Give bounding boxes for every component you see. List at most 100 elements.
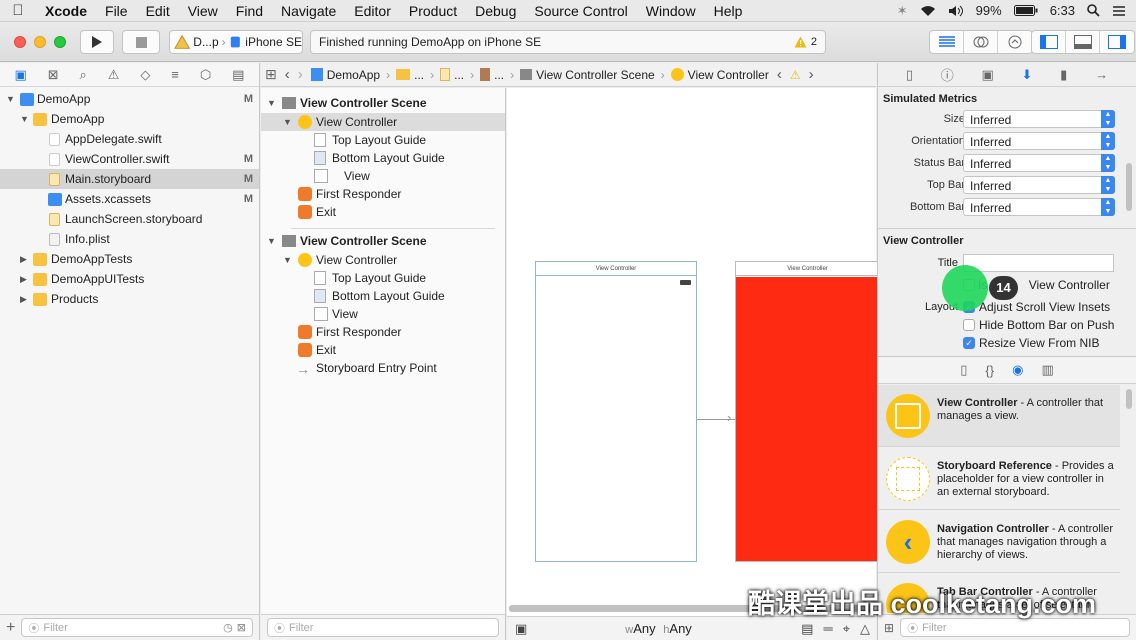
issue-navigator-tab-icon[interactable]: ⚠ bbox=[108, 67, 120, 83]
spotlight-search-icon[interactable] bbox=[1087, 4, 1100, 17]
stack-icon[interactable]: ▤ bbox=[801, 621, 813, 637]
add-file-icon[interactable]: + bbox=[6, 619, 15, 637]
project-navigator-tab-icon[interactable]: ▣ bbox=[14, 67, 26, 83]
quick-help-tab-icon[interactable]: ⓘ bbox=[941, 65, 954, 84]
menu-navigate[interactable]: Navigate bbox=[272, 3, 345, 19]
nav-item-group-demoapp[interactable]: ▼ DemoApp bbox=[0, 109, 259, 129]
run-button[interactable] bbox=[80, 30, 114, 54]
report-navigator-tab-icon[interactable]: ▤ bbox=[232, 67, 244, 83]
outline-item-exit[interactable]: Exit bbox=[261, 203, 505, 221]
media-library-icon[interactable]: ▥ bbox=[1041, 362, 1053, 378]
jump-group[interactable]: ... bbox=[392, 68, 428, 82]
battery-icon[interactable] bbox=[1013, 5, 1038, 16]
back-button[interactable]: ‹ bbox=[281, 66, 294, 83]
menu-find[interactable]: Find bbox=[227, 3, 272, 19]
scene-view-controller-1[interactable]: View Controller bbox=[535, 261, 697, 562]
status-bar-popup[interactable]: Inferred ▲ ▼ bbox=[963, 154, 1115, 172]
outline-item-bottom-layout-guide[interactable]: Bottom Layout Guide bbox=[261, 287, 505, 305]
version-editor-button[interactable] bbox=[998, 31, 1032, 53]
outline-item-top-layout-guide[interactable]: Top Layout Guide bbox=[261, 131, 505, 149]
navigator-filter-input[interactable]: ⦿ Filter ◷ ⊠ bbox=[21, 618, 253, 637]
red-root-view[interactable] bbox=[736, 277, 879, 561]
issues-forward-button[interactable]: › bbox=[805, 66, 818, 83]
jump-controller[interactable]: View Controller bbox=[667, 68, 773, 82]
zoom-window-button[interactable] bbox=[54, 36, 66, 48]
outline-item-storyboard-entry-point[interactable]: → Storyboard Entry Point bbox=[261, 359, 505, 377]
menu-app-xcode[interactable]: Xcode bbox=[36, 3, 96, 19]
toggle-inspector-button[interactable] bbox=[1100, 31, 1134, 53]
outline-item-view-controller[interactable]: ▼ View Controller bbox=[261, 113, 505, 131]
minimize-window-button[interactable] bbox=[34, 36, 46, 48]
library-item-navigation-controller[interactable]: ‹ Navigation Controller - A controller t… bbox=[878, 511, 1120, 573]
test-navigator-tab-icon[interactable]: ◇ bbox=[140, 67, 150, 83]
disclosure-open-icon[interactable]: ▼ bbox=[6, 94, 15, 104]
jump-scene[interactable]: View Controller Scene bbox=[516, 68, 659, 82]
file-inspector-tab-icon[interactable]: ▯ bbox=[906, 67, 913, 83]
notification-center-icon[interactable] bbox=[1112, 5, 1126, 17]
nav-item-project[interactable]: ▼ DemoApp M bbox=[0, 89, 259, 109]
recent-files-icon[interactable]: ◷ bbox=[223, 621, 233, 634]
nav-item-products[interactable]: ▶ Products bbox=[0, 289, 259, 309]
volume-icon[interactable] bbox=[948, 5, 964, 17]
resize-from-nib-checkbox[interactable]: ✓ bbox=[963, 337, 975, 349]
outline-item-exit[interactable]: Exit bbox=[261, 341, 505, 359]
nav-item-demoapptests[interactable]: ▶ DemoAppTests bbox=[0, 249, 259, 269]
apple-icon[interactable]:  bbox=[0, 2, 36, 19]
menu-source-control[interactable]: Source Control bbox=[525, 3, 636, 19]
breakpoint-navigator-tab-icon[interactable]: ⬡ bbox=[200, 67, 211, 83]
toggle-debug-area-button[interactable] bbox=[1066, 31, 1100, 53]
outline-scene[interactable]: ▼ View Controller Scene bbox=[261, 231, 505, 251]
menu-file[interactable]: File bbox=[96, 3, 137, 19]
inspector-scrollbar[interactable] bbox=[1126, 163, 1132, 211]
menu-debug[interactable]: Debug bbox=[466, 3, 525, 19]
disclosure-closed-icon[interactable]: ▶ bbox=[20, 274, 27, 285]
identity-inspector-tab-icon[interactable]: ▣ bbox=[982, 67, 994, 83]
library-item-view-controller[interactable]: View Controller - A controller that mana… bbox=[878, 385, 1120, 447]
nav-item-infoplist[interactable]: Info.plist bbox=[0, 229, 259, 249]
outline-item-first-responder[interactable]: First Responder bbox=[261, 323, 505, 341]
standard-editor-button[interactable] bbox=[930, 31, 964, 53]
nav-item-viewcontroller[interactable]: ViewController.swift M bbox=[0, 149, 259, 169]
clock[interactable]: 6:33 bbox=[1050, 3, 1075, 18]
disclosure-open-icon[interactable]: ▼ bbox=[283, 117, 292, 127]
connections-inspector-tab-icon[interactable]: → bbox=[1095, 67, 1108, 82]
menu-window[interactable]: Window bbox=[637, 3, 705, 19]
bottom-bar-popup[interactable]: Inferred ▲ ▼ bbox=[963, 198, 1115, 216]
size-inspector-tab-icon[interactable]: ▮ bbox=[1060, 67, 1067, 83]
disclosure-closed-icon[interactable]: ▶ bbox=[20, 254, 27, 265]
top-bar-popup[interactable]: Inferred ▲ ▼ bbox=[963, 176, 1115, 194]
disclosure-open-icon[interactable]: ▼ bbox=[267, 236, 276, 246]
library-item-storyboard-reference[interactable]: Storyboard Reference - Provides a placeh… bbox=[878, 448, 1120, 510]
grid-view-icon[interactable]: ⊞ bbox=[884, 621, 894, 635]
menu-edit[interactable]: Edit bbox=[137, 3, 179, 19]
library-filter-input[interactable]: ⦿ Filter bbox=[900, 618, 1130, 637]
forward-button[interactable]: › bbox=[294, 66, 307, 83]
menu-editor[interactable]: Editor bbox=[345, 3, 400, 19]
related-items-icon[interactable]: ⊞ bbox=[261, 66, 281, 83]
debug-navigator-tab-icon[interactable]: ≡ bbox=[171, 67, 179, 82]
jump-project[interactable]: DemoApp bbox=[307, 68, 384, 82]
close-window-button[interactable] bbox=[14, 36, 26, 48]
menu-product[interactable]: Product bbox=[400, 3, 466, 19]
menu-view[interactable]: View bbox=[179, 3, 227, 19]
issues-back-button[interactable]: ‹ bbox=[773, 66, 786, 83]
toggle-navigator-button[interactable] bbox=[1032, 31, 1066, 53]
scene-view-controller-2[interactable]: View Controller bbox=[735, 261, 880, 562]
resolve-issues-icon[interactable]: △ bbox=[860, 621, 870, 637]
code-snippet-library-icon[interactable]: {} bbox=[985, 363, 994, 378]
file-template-library-icon[interactable]: ▯ bbox=[960, 362, 967, 378]
disclosure-closed-icon[interactable]: ▶ bbox=[20, 294, 27, 305]
nav-item-launchscreen[interactable]: LaunchScreen.storyboard bbox=[0, 209, 259, 229]
align-icon[interactable]: ═ bbox=[823, 621, 832, 636]
outline-toggle-icon[interactable]: ▣ bbox=[515, 621, 527, 637]
outline-item-first-responder[interactable]: First Responder bbox=[261, 185, 505, 203]
activity-viewer[interactable]: Finished running DemoApp on iPhone SE 2 bbox=[310, 30, 826, 54]
outline-item-top-layout-guide[interactable]: Top Layout Guide bbox=[261, 269, 505, 287]
nav-item-demoappuitests[interactable]: ▶ DemoAppUITests bbox=[0, 269, 259, 289]
disclosure-open-icon[interactable]: ▼ bbox=[267, 98, 276, 108]
scheme-selector[interactable]: D...p › iPhone SE bbox=[169, 30, 303, 54]
outline-item-view[interactable]: View bbox=[261, 167, 505, 185]
size-popup[interactable]: Inferred ▲ ▼ bbox=[963, 110, 1115, 128]
hide-bottom-bar-checkbox[interactable] bbox=[963, 319, 975, 331]
library-scrollbar[interactable] bbox=[1126, 389, 1132, 409]
